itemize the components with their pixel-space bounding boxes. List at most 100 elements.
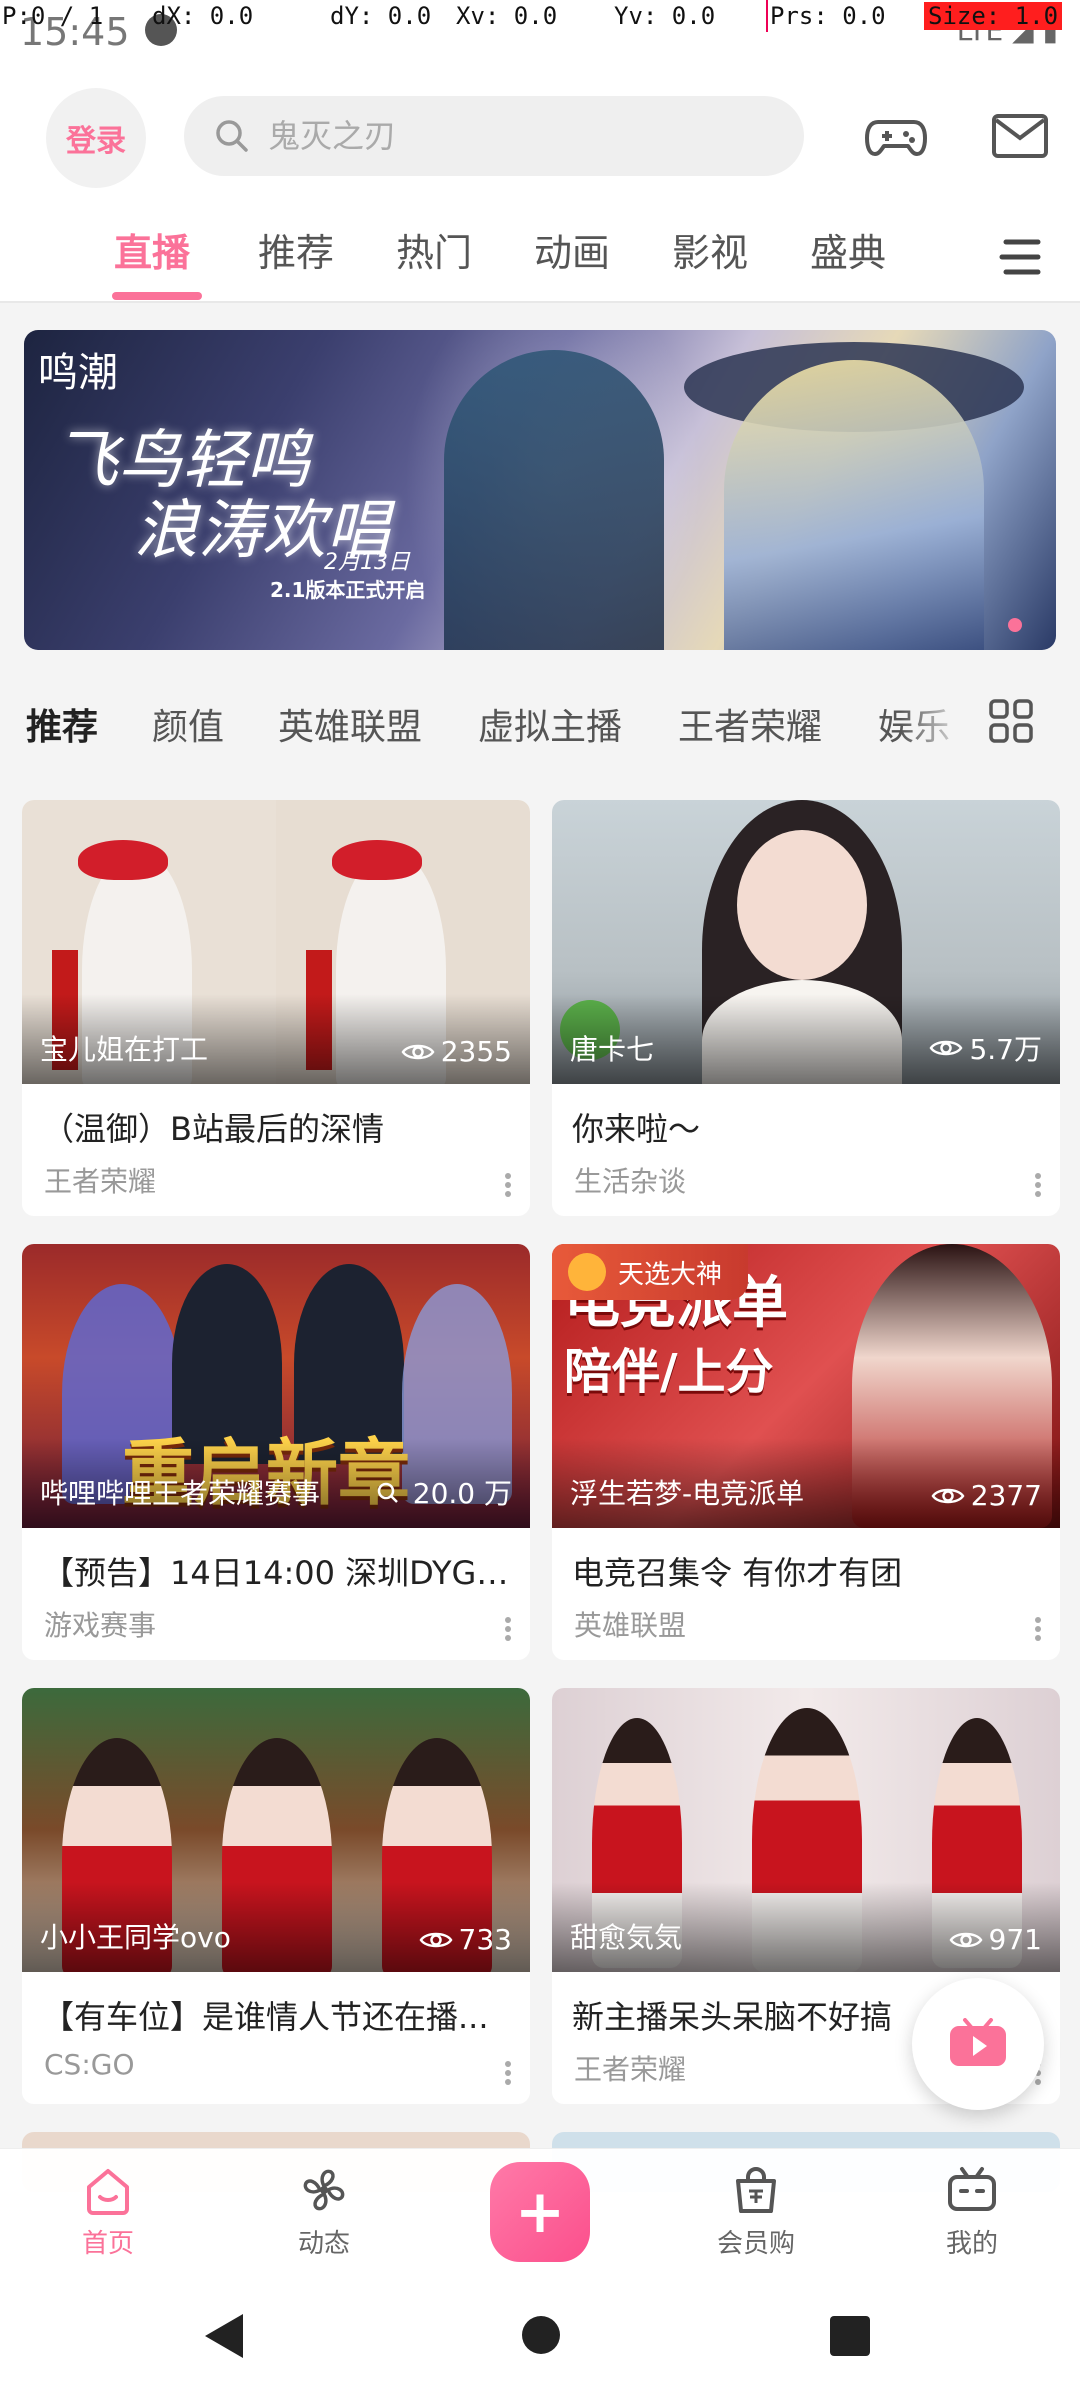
uploader-name: 甜愈気気 <box>570 1921 683 1954</box>
shopping-bag-icon <box>736 2167 776 2213</box>
tab-recommend[interactable]: 推荐 <box>258 222 334 277</box>
plus-icon: + <box>514 2177 566 2247</box>
live-card[interactable]: 重启新章 哔哩哔哩王者荣耀赛事 20.0 万 【预告】14日14:00 深圳DY… <box>22 1244 530 1660</box>
category-honor-of-kings[interactable]: 王者荣耀 <box>678 698 822 750</box>
tab-anime[interactable]: 动画 <box>534 222 610 277</box>
nav-dynamic-label: 动态 <box>297 2229 350 2259</box>
live-tv-icon <box>950 2018 1006 2066</box>
game-controller-icon[interactable] <box>864 104 928 168</box>
eye-icon <box>949 1932 983 1947</box>
card-thumbnail: 甜愈気気 971 <box>552 1688 1060 1972</box>
eye-icon <box>419 1932 453 1947</box>
recent-apps-icon[interactable] <box>830 2316 870 2356</box>
nav-home-label: 首页 <box>81 2229 134 2259</box>
uploader-name: 哔哩哔哩王者荣耀赛事 <box>40 1477 321 1510</box>
banner-date: 2月13日 <box>324 550 410 575</box>
category-looks[interactable]: 颜值 <box>152 698 224 750</box>
featured-badge: 天选大神 <box>552 1244 749 1300</box>
search-person-icon <box>377 1482 398 1503</box>
nav-vip-shop-label: 会员购 <box>716 2229 795 2259</box>
uploader-name: 小小王同学ovo <box>40 1921 231 1954</box>
header-divider <box>0 301 1080 303</box>
view-count: 5.7万 <box>929 1028 1042 1068</box>
eye-icon <box>401 1044 435 1059</box>
debug-prs: Prs: 0.0 <box>770 2 886 30</box>
card-thumbnail: 小小王同学ovo 733 <box>22 1688 530 1972</box>
view-count-value: 733 <box>458 1923 512 1956</box>
live-card[interactable]: 小小王同学ovo 733 【有车位】是谁情人节还在播... CS:GO <box>22 1688 530 2104</box>
debug-separator <box>766 0 768 32</box>
tab-live[interactable]: 直播 <box>114 222 190 277</box>
card-title: 你来啦～ <box>572 1110 701 1148</box>
banner-page-indicator <box>1008 618 1022 632</box>
search-bar[interactable] <box>184 96 804 176</box>
category-recommend[interactable]: 推荐 <box>26 698 98 750</box>
card-category: 英雄联盟 <box>574 1609 687 1642</box>
tab-film[interactable]: 影视 <box>672 222 748 277</box>
category-lol[interactable]: 英雄联盟 <box>278 698 422 750</box>
nav-profile-label: 我的 <box>945 2229 998 2259</box>
live-card[interactable]: 宝儿姐在打工 2355 （温御）B站最后的深情 王者荣耀 <box>22 800 530 1216</box>
promo-banner[interactable]: 鸣潮 飞鸟轻鸣 浪涛欢唱 2月13日 2.1版本正式开启 <box>24 330 1056 650</box>
live-categories: 推荐 颜值 英雄联盟 虚拟主播 王者荣耀 娱乐 <box>0 672 1080 772</box>
live-card[interactable]: 唐卡七 5.7万 你来啦～ 生活杂谈 <box>552 800 1060 1216</box>
screen: 15:45 LTE ◢ ▮ P:0 / 1 dX: 0.0 dY: 0.0 Xv… <box>0 0 1080 2400</box>
more-options-icon[interactable] <box>504 1616 512 1642</box>
thumb-hat <box>78 840 168 880</box>
category-vtuber[interactable]: 虚拟主播 <box>478 698 622 750</box>
menu-icon[interactable] <box>998 234 1044 280</box>
nav-dynamic[interactable]: 动态 <box>254 2163 394 2260</box>
card-thumbnail: 电竞派单 陪伴/上分 天选大神 浮生若梦-电竞派单 2377 <box>552 1244 1060 1528</box>
more-options-icon[interactable] <box>504 1172 512 1198</box>
card-thumbnail: 宝儿姐在打工 2355 <box>22 800 530 1084</box>
uploader-name: 宝儿姐在打工 <box>40 1033 209 1066</box>
view-count-value: 2355 <box>440 1035 512 1068</box>
more-options-icon[interactable] <box>1034 1172 1042 1198</box>
home-button-icon[interactable] <box>522 2316 560 2354</box>
flower-icon <box>568 1253 606 1291</box>
active-tab-indicator <box>112 292 202 300</box>
view-count: 2377 <box>931 1479 1042 1512</box>
more-options-icon[interactable] <box>1034 1616 1042 1642</box>
thumb-hat <box>332 840 422 880</box>
search-input[interactable] <box>268 117 788 155</box>
login-button[interactable]: 登录 <box>46 88 146 188</box>
uploader-name: 唐卡七 <box>570 1033 655 1066</box>
card-category: 生活杂谈 <box>574 1165 687 1198</box>
banner-title-line1: 飞鸟轻鸣 <box>54 424 310 498</box>
all-categories-icon[interactable] <box>988 698 1034 744</box>
card-category: CS:GO <box>44 2048 135 2081</box>
thumb-face <box>737 830 867 980</box>
debug-pointer: P:0 / 1 <box>2 2 104 30</box>
card-title: 【预告】14日14:00 深圳DYG v... <box>42 1554 512 1592</box>
nav-home[interactable]: 首页 <box>38 2163 178 2260</box>
thumb-subheadline: 陪伴/上分 <box>564 1344 774 1400</box>
view-count-value: 2377 <box>970 1479 1042 1512</box>
back-icon[interactable] <box>205 2314 243 2358</box>
debug-dy: dY: 0.0 <box>330 2 432 30</box>
publish-button[interactable]: + <box>490 2162 590 2262</box>
view-count-value: 5.7万 <box>969 1033 1042 1066</box>
start-live-fab[interactable] <box>912 1978 1044 2110</box>
debug-size: Size: 1.0 <box>924 2 1063 30</box>
card-category: 王者荣耀 <box>44 1165 157 1198</box>
uploader-name: 浮生若梦-电竞派单 <box>570 1477 805 1510</box>
tab-hot[interactable]: 热门 <box>396 222 472 277</box>
channel-tabs: 直播 推荐 热门 动画 影视 盛典 <box>0 222 1080 302</box>
card-category: 王者荣耀 <box>574 2053 687 2086</box>
pinwheel-icon <box>303 2169 345 2211</box>
card-thumbnail: 唐卡七 5.7万 <box>552 800 1060 1084</box>
nav-profile[interactable]: 我的 <box>902 2163 1042 2260</box>
banner-character-right <box>724 360 984 650</box>
card-thumbnail: 重启新章 哔哩哔哩王者荣耀赛事 20.0 万 <box>22 1244 530 1528</box>
tab-festival[interactable]: 盛典 <box>810 222 886 277</box>
view-count: 733 <box>419 1923 512 1956</box>
view-count: 20.0 万 <box>373 1472 512 1512</box>
nav-vip-shop[interactable]: 会员购 <box>686 2163 826 2260</box>
debug-yv: Yv: 0.0 <box>614 2 716 30</box>
banner-subtitle: 2.1版本正式开启 <box>270 578 426 602</box>
mail-icon[interactable] <box>990 108 1050 164</box>
live-card[interactable]: 电竞派单 陪伴/上分 天选大神 浮生若梦-电竞派单 2377 电竞召集令 有你才… <box>552 1244 1060 1660</box>
more-options-icon[interactable] <box>504 2060 512 2086</box>
view-count: 2355 <box>401 1035 512 1068</box>
